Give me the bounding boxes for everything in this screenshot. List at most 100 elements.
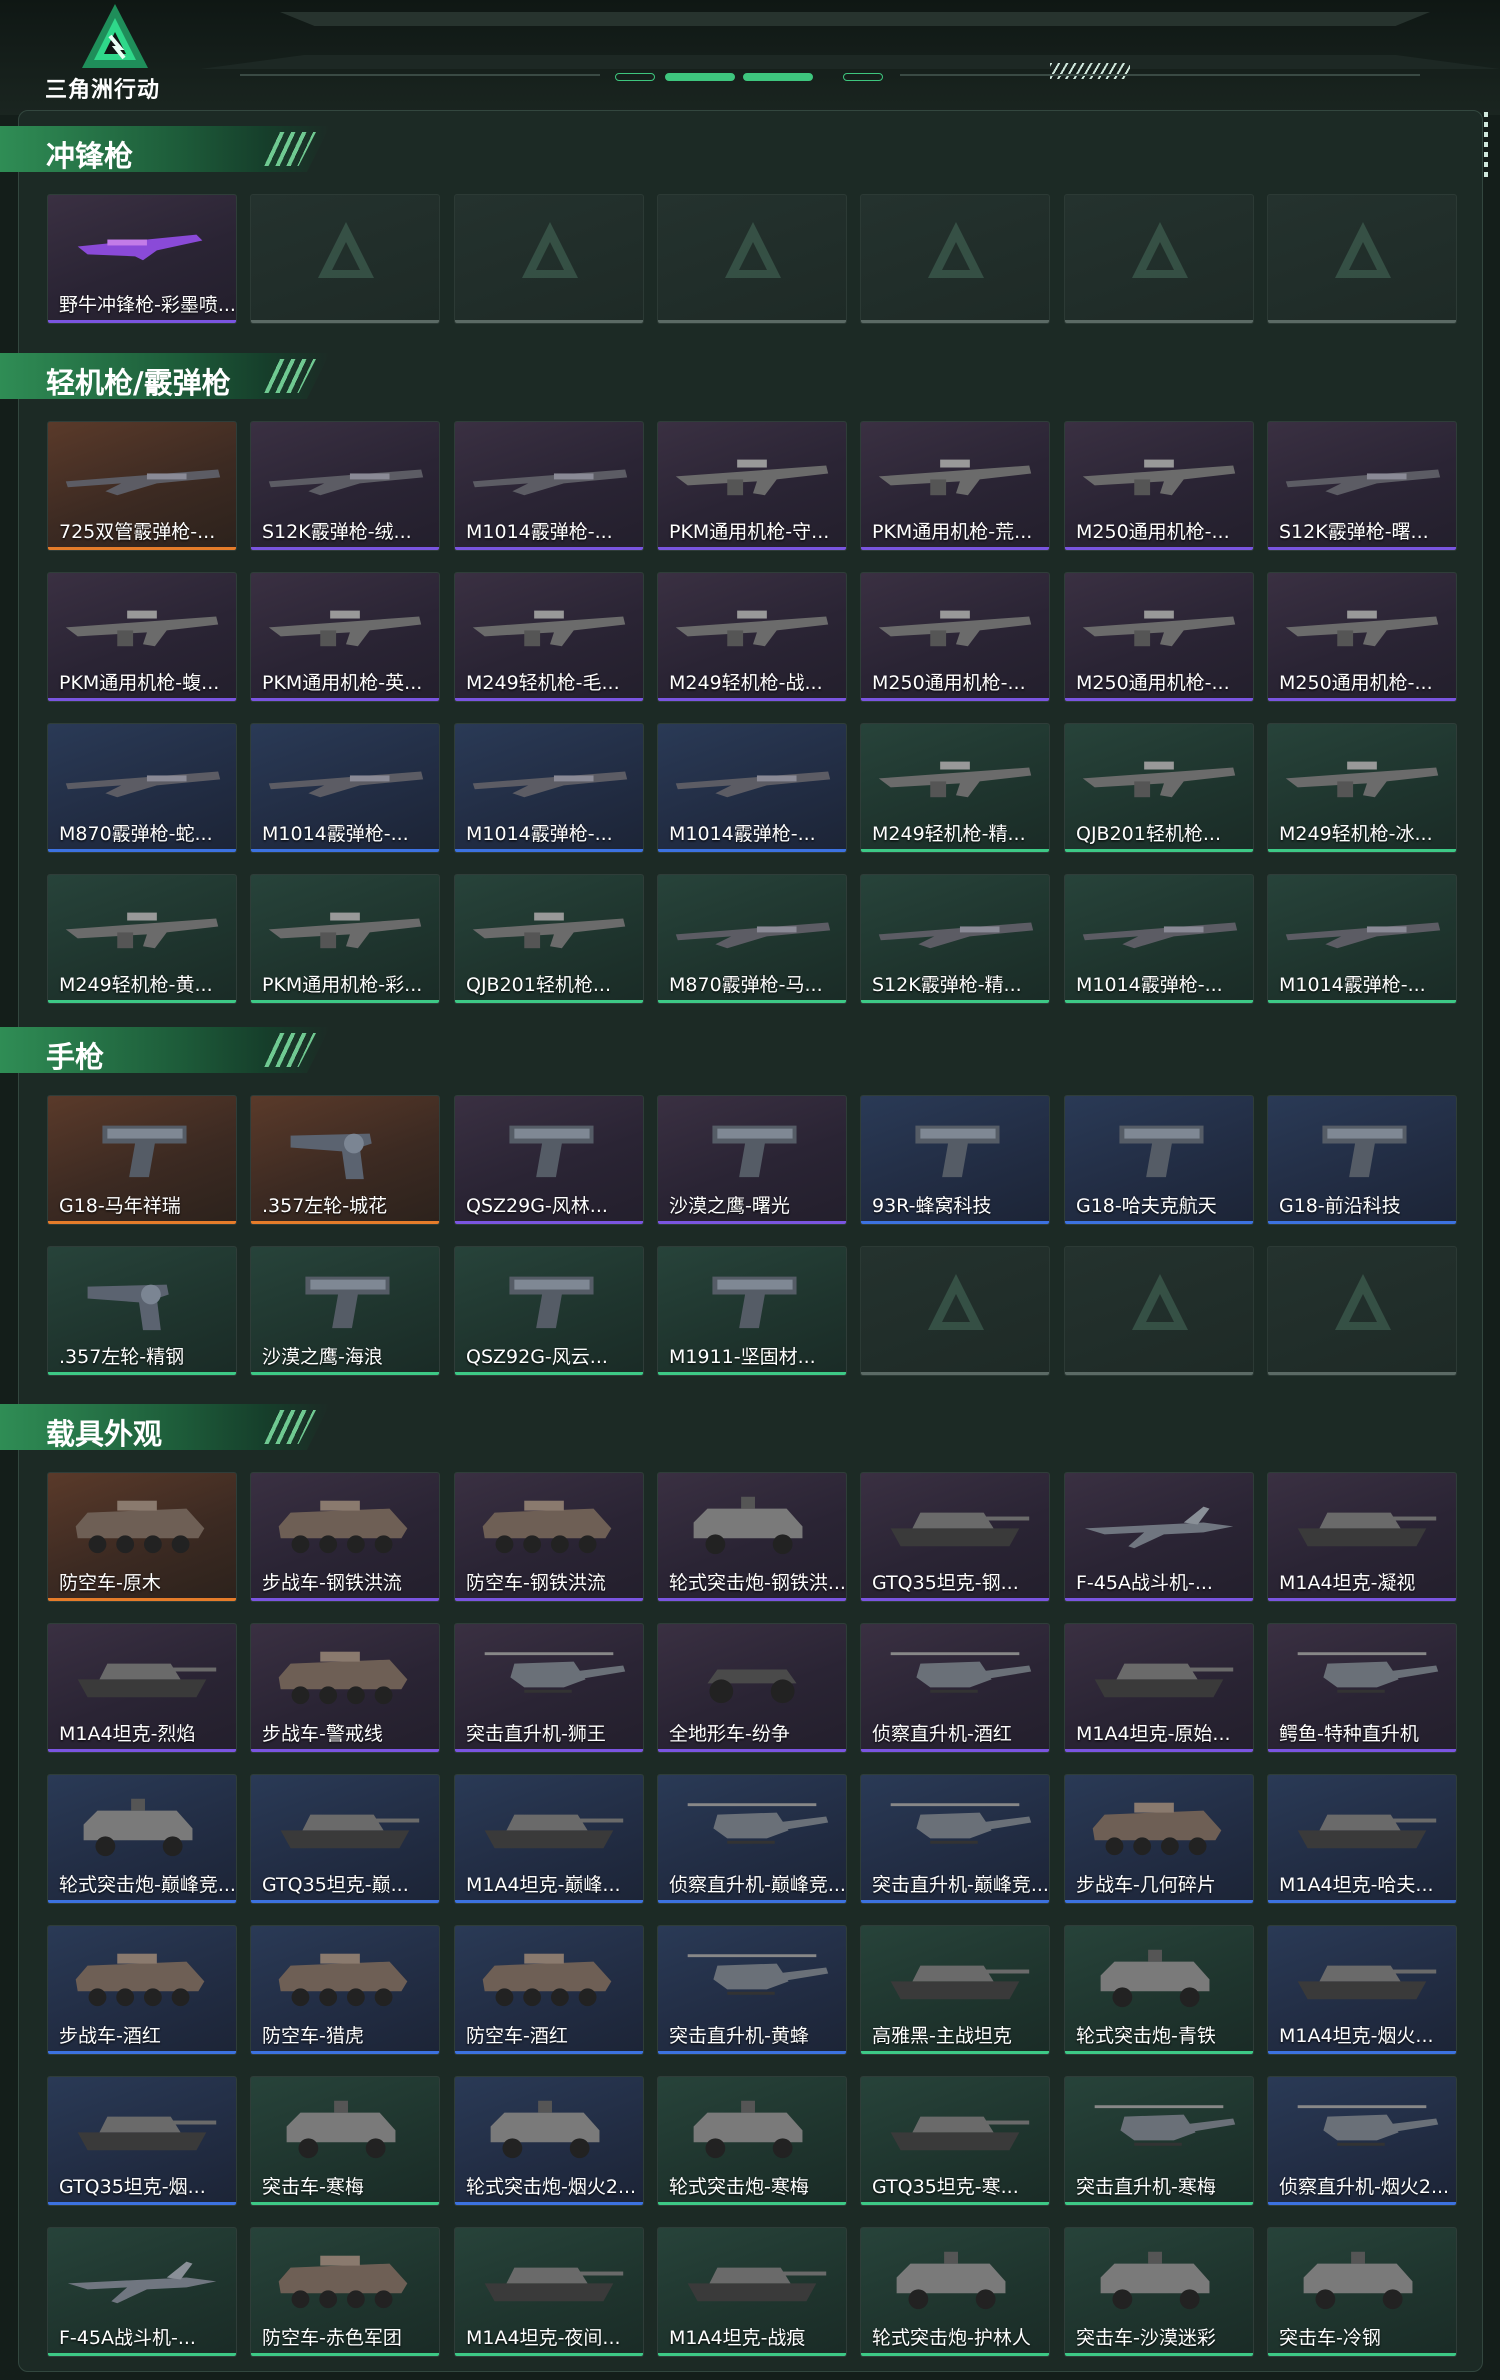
empty-slot[interactable] bbox=[1064, 194, 1254, 324]
skin-card[interactable]: 轮式突击炮-寒梅 bbox=[657, 2076, 847, 2206]
empty-slot[interactable] bbox=[250, 194, 440, 324]
skin-card[interactable]: 鳄鱼-特种直升机 bbox=[1267, 1623, 1457, 1753]
skin-card[interactable]: 步战车-几何碎片 bbox=[1064, 1774, 1254, 1904]
skin-card[interactable]: 93R-蜂窝科技 bbox=[860, 1095, 1050, 1225]
skin-card[interactable]: GTQ35坦克-烟... bbox=[47, 2076, 237, 2206]
skin-card[interactable]: S12K霰弹枪-绒... bbox=[250, 421, 440, 551]
skin-card[interactable]: GTQ35坦克-钢... bbox=[860, 1472, 1050, 1602]
skin-card[interactable]: M1911-坚固材... bbox=[657, 1246, 847, 1376]
skin-card[interactable]: M1014霰弹枪-... bbox=[1267, 874, 1457, 1004]
skin-card[interactable]: 侦察直升机-烟火2... bbox=[1267, 2076, 1457, 2206]
skin-card[interactable]: G18-马年祥瑞 bbox=[47, 1095, 237, 1225]
skin-card[interactable]: 轮式突击炮-青铁 bbox=[1064, 1925, 1254, 2055]
empty-slot[interactable] bbox=[860, 194, 1050, 324]
placeholder-logo-icon bbox=[1132, 222, 1188, 278]
skin-card[interactable]: 防空车-原木 bbox=[47, 1472, 237, 1602]
skin-card[interactable]: G18-哈夫克航天 bbox=[1064, 1095, 1254, 1225]
skin-card[interactable]: G18-前沿科技 bbox=[1267, 1095, 1457, 1225]
skin-card[interactable]: M249轻机枪-毛... bbox=[454, 572, 644, 702]
skin-card[interactable]: 轮式突击炮-烟火2... bbox=[454, 2076, 644, 2206]
skin-card[interactable]: M249轻机枪-冰... bbox=[1267, 723, 1457, 853]
skin-card[interactable]: 防空车-钢铁洪流 bbox=[454, 1472, 644, 1602]
skin-card[interactable]: M249轻机枪-战... bbox=[657, 572, 847, 702]
skin-card[interactable]: 沙漠之鹰-曙光 bbox=[657, 1095, 847, 1225]
skin-card[interactable]: 突击车-冷钢 bbox=[1267, 2227, 1457, 2357]
skin-card[interactable]: PKM通用机枪-英... bbox=[250, 572, 440, 702]
skin-card[interactable]: 全地形车-纷争 bbox=[657, 1623, 847, 1753]
skin-card[interactable]: S12K霰弹枪-精... bbox=[860, 874, 1050, 1004]
skin-card[interactable]: QSZ29G-风林... bbox=[454, 1095, 644, 1225]
skin-card[interactable]: 725双管霰弹枪-... bbox=[47, 421, 237, 551]
skin-card[interactable]: .357左轮-城花 bbox=[250, 1095, 440, 1225]
skin-card[interactable]: PKM通用机枪-守... bbox=[657, 421, 847, 551]
skin-card[interactable]: QJB201轻机枪... bbox=[1064, 723, 1254, 853]
scrollbar[interactable] bbox=[1484, 112, 1488, 182]
skin-card[interactable]: M1A4坦克-夜间... bbox=[454, 2227, 644, 2357]
skin-card[interactable]: M249轻机枪-黄... bbox=[47, 874, 237, 1004]
skin-card[interactable]: QJB201轻机枪... bbox=[454, 874, 644, 1004]
skin-card[interactable]: 防空车-酒红 bbox=[454, 1925, 644, 2055]
skin-card[interactable]: 高雅黑-主战坦克 bbox=[860, 1925, 1050, 2055]
skin-card[interactable]: M250通用机枪-... bbox=[860, 572, 1050, 702]
skin-card[interactable]: M1A4坦克-烈焰 bbox=[47, 1623, 237, 1753]
skin-card[interactable]: 步战车-钢铁洪流 bbox=[250, 1472, 440, 1602]
section-header: 载具外观 bbox=[0, 1404, 330, 1451]
skin-card[interactable]: F-45A战斗机-... bbox=[47, 2227, 237, 2357]
empty-slot[interactable] bbox=[657, 194, 847, 324]
skin-name: 突击直升机-黄蜂 bbox=[669, 2025, 809, 2047]
skin-card[interactable]: 步战车-警戒线 bbox=[250, 1623, 440, 1753]
skin-card[interactable]: 轮式突击炮-钢铁洪... bbox=[657, 1472, 847, 1602]
skin-card[interactable]: M250通用机枪-... bbox=[1267, 572, 1457, 702]
skin-card[interactable]: 步战车-酒红 bbox=[47, 1925, 237, 2055]
skin-card[interactable]: 侦察直升机-巅峰竞... bbox=[657, 1774, 847, 1904]
skin-card[interactable]: M1014霰弹枪-... bbox=[454, 421, 644, 551]
skin-card[interactable]: M1014霰弹枪-... bbox=[250, 723, 440, 853]
empty-slot[interactable] bbox=[1267, 194, 1457, 324]
skin-card[interactable]: GTQ35坦克-巅... bbox=[250, 1774, 440, 1904]
skin-card[interactable]: PKM通用机枪-蝮... bbox=[47, 572, 237, 702]
slot-bar bbox=[861, 1372, 1049, 1375]
skin-card[interactable]: 沙漠之鹰-海浪 bbox=[250, 1246, 440, 1376]
logo-text: 三角洲行动 bbox=[45, 78, 161, 103]
rarity-bar bbox=[1065, 1900, 1253, 1903]
empty-slot[interactable] bbox=[1064, 1246, 1254, 1376]
empty-slot[interactable] bbox=[1267, 1246, 1457, 1376]
empty-slot[interactable] bbox=[454, 194, 644, 324]
skin-card[interactable]: M870霰弹枪-蛇... bbox=[47, 723, 237, 853]
skin-card[interactable]: M250通用机枪-... bbox=[1064, 421, 1254, 551]
skin-card[interactable]: 防空车-猎虎 bbox=[250, 1925, 440, 2055]
skin-card[interactable]: 野牛冲锋枪-彩墨喷... bbox=[47, 194, 237, 324]
skin-card[interactable]: M1A4坦克-原始... bbox=[1064, 1623, 1254, 1753]
skin-card[interactable]: F-45A战斗机-... bbox=[1064, 1472, 1254, 1602]
skin-card[interactable]: 突击车-沙漠迷彩 bbox=[1064, 2227, 1254, 2357]
skin-card[interactable]: M1A4坦克-战痕 bbox=[657, 2227, 847, 2357]
skin-card[interactable]: GTQ35坦克-寒... bbox=[860, 2076, 1050, 2206]
skin-card[interactable]: 突击直升机-寒梅 bbox=[1064, 2076, 1254, 2206]
skin-card[interactable]: .357左轮-精钢 bbox=[47, 1246, 237, 1376]
skin-card[interactable]: 防空车-赤色军团 bbox=[250, 2227, 440, 2357]
skin-card[interactable]: M1A4坦克-哈夫... bbox=[1267, 1774, 1457, 1904]
skin-card[interactable]: 轮式突击炮-巅峰竞... bbox=[47, 1774, 237, 1904]
skin-card[interactable]: QSZ92G-风云... bbox=[454, 1246, 644, 1376]
skin-card[interactable]: 突击直升机-狮王 bbox=[454, 1623, 644, 1753]
skin-name: 突击直升机-巅峰竞... bbox=[872, 1874, 1049, 1896]
skin-card[interactable]: M250通用机枪-... bbox=[1064, 572, 1254, 702]
skin-card[interactable]: S12K霰弹枪-曙... bbox=[1267, 421, 1457, 551]
skin-card[interactable]: 突击车-寒梅 bbox=[250, 2076, 440, 2206]
empty-slot[interactable] bbox=[860, 1246, 1050, 1376]
skin-card[interactable]: 轮式突击炮-护林人 bbox=[860, 2227, 1050, 2357]
skin-card[interactable]: PKM通用机枪-彩... bbox=[250, 874, 440, 1004]
skin-card[interactable]: 突击直升机-巅峰竞... bbox=[860, 1774, 1050, 1904]
skin-card[interactable]: M249轻机枪-精... bbox=[860, 723, 1050, 853]
skin-card[interactable]: M1A4坦克-烟火... bbox=[1267, 1925, 1457, 2055]
skin-card[interactable]: M1A4坦克-凝视 bbox=[1267, 1472, 1457, 1602]
skin-card[interactable]: M1014霰弹枪-... bbox=[657, 723, 847, 853]
skin-card[interactable]: M1014霰弹枪-... bbox=[1064, 874, 1254, 1004]
skin-name: M1A4坦克-夜间... bbox=[466, 2327, 621, 2349]
skin-card[interactable]: M870霰弹枪-马... bbox=[657, 874, 847, 1004]
skin-card[interactable]: 侦察直升机-酒红 bbox=[860, 1623, 1050, 1753]
skin-card[interactable]: PKM通用机枪-荒... bbox=[860, 421, 1050, 551]
skin-card[interactable]: 突击直升机-黄蜂 bbox=[657, 1925, 847, 2055]
skin-card[interactable]: M1014霰弹枪-... bbox=[454, 723, 644, 853]
skin-card[interactable]: M1A4坦克-巅峰... bbox=[454, 1774, 644, 1904]
